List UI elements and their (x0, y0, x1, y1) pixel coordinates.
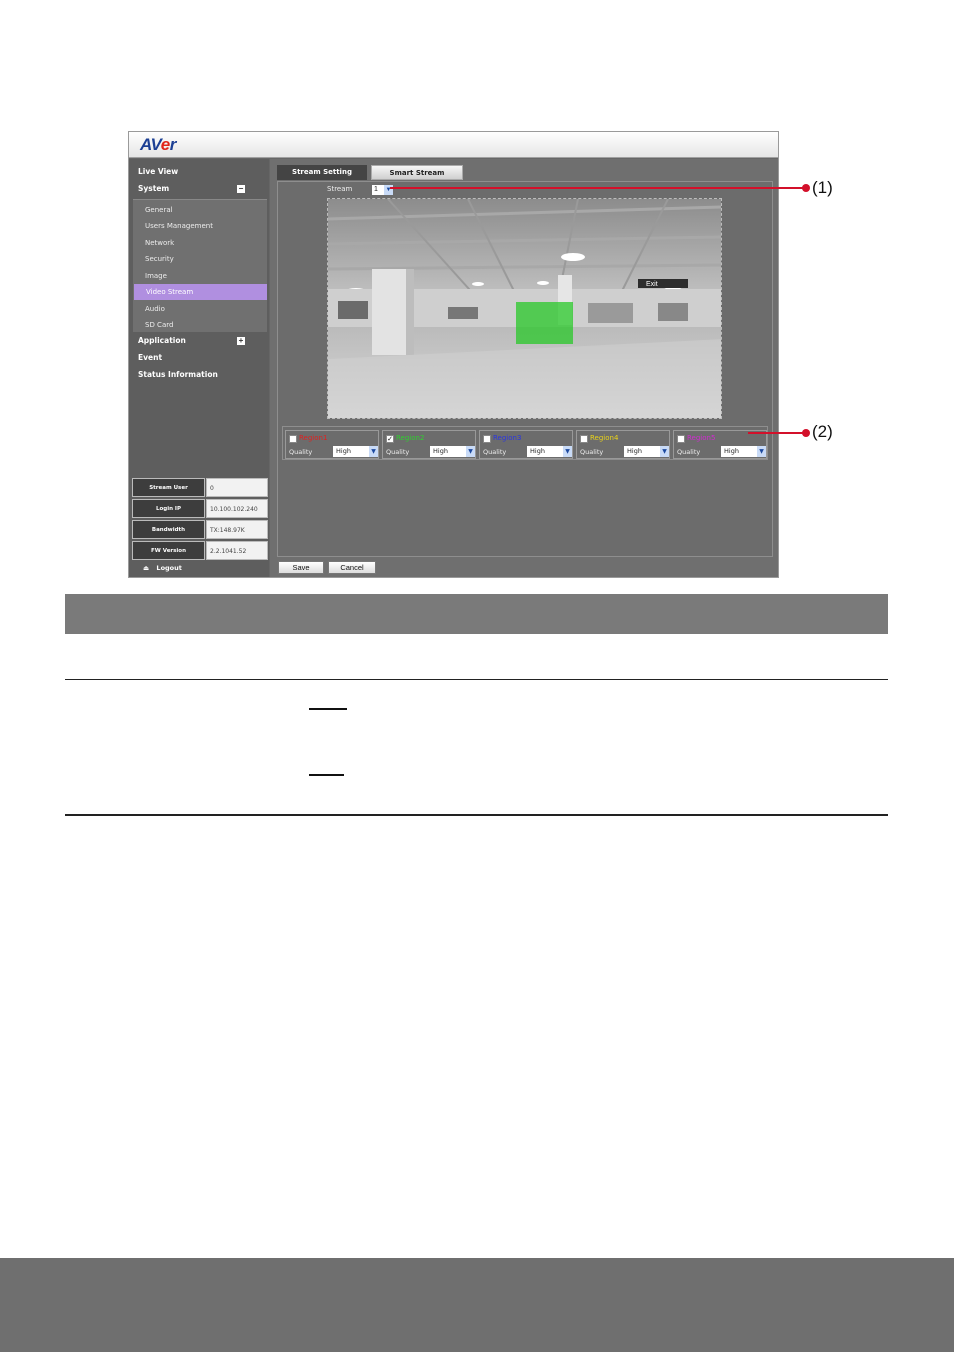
info-login-ip: Login IP 10.100.102.240 (132, 499, 268, 518)
quality-label: Quality (483, 448, 507, 456)
region5-label: Region5 (687, 434, 716, 442)
region3-quality-select[interactable]: High ▼ (527, 446, 572, 457)
collapse-icon[interactable]: − (237, 185, 245, 193)
region2-quality-select[interactable]: High ▼ (430, 446, 475, 457)
underline-mark (309, 708, 347, 710)
region-card-4: Region4 Quality High ▼ (576, 430, 670, 459)
check-icon: ✓ (387, 436, 393, 443)
expand-icon[interactable]: + (237, 337, 245, 345)
region1-label: Region1 (299, 434, 328, 442)
chevron-down-icon: ▼ (757, 446, 766, 457)
region5-quality-select[interactable]: High ▼ (721, 446, 766, 457)
callout-2-dot (802, 429, 810, 437)
nav-live-view[interactable]: Live View (138, 167, 178, 176)
info-value: 10.100.102.240 (206, 499, 268, 518)
region2-overlay[interactable] (516, 302, 573, 344)
region4-quality-select[interactable]: High ▼ (624, 446, 669, 457)
subnav-sd-card[interactable]: SD Card (133, 317, 267, 333)
chevron-down-icon: ▼ (563, 446, 572, 457)
callout-1-dot (802, 184, 810, 192)
quality-label: Quality (677, 448, 701, 456)
camera-web-ui-screenshot: AVer Live View System − General Users Ma… (128, 131, 779, 578)
region-card-5: Region5 Quality High ▼ (673, 430, 767, 459)
region-controls: Region1 Quality High ▼ ✓ Region2 Quality… (282, 426, 768, 460)
chevron-down-icon: ▼ (369, 446, 378, 457)
chevron-down-icon: ▼ (466, 446, 475, 457)
region4-label: Region4 (590, 434, 619, 442)
region-card-1: Region1 Quality High ▼ (285, 430, 379, 459)
info-value: TX:148.97K (206, 520, 268, 539)
info-value: 0 (206, 478, 268, 497)
region2-checkbox[interactable]: ✓ (386, 435, 394, 443)
subnav-image[interactable]: Image (133, 268, 267, 284)
quality-value: High (530, 447, 545, 455)
nav-application[interactable]: Application (138, 336, 186, 345)
quality-value: High (627, 447, 642, 455)
page-footer-band (0, 1258, 954, 1352)
stream-select-value: 1 (374, 186, 378, 193)
subnav-general[interactable]: General (133, 202, 267, 218)
logout-label: Logout (156, 564, 182, 572)
info-label: Login IP (132, 499, 205, 518)
region-card-2: ✓ Region2 Quality High ▼ (382, 430, 476, 459)
table-divider (65, 679, 888, 680)
main-panel: Stream Setting Smart Stream Stream 1 ▼ E… (270, 159, 778, 577)
info-fw-version: FW Version 2.2.1041.52 (132, 541, 268, 560)
nav-system[interactable]: System (138, 184, 169, 193)
subnav-audio[interactable]: Audio (133, 301, 267, 317)
subnav-security[interactable]: Security (133, 251, 267, 267)
logout-link[interactable]: ⏏ Logout (143, 564, 182, 572)
callout-2-label: (2) (812, 422, 833, 441)
quality-value: High (724, 447, 739, 455)
cancel-button[interactable]: Cancel (328, 561, 376, 574)
region4-checkbox[interactable] (580, 435, 588, 443)
info-bandwidth: Bandwidth TX:148.97K (132, 520, 268, 539)
region5-checkbox[interactable] (677, 435, 685, 443)
quality-value: High (433, 447, 448, 455)
info-label: Stream User (132, 478, 205, 497)
sidebar: Live View System − General Users Managem… (129, 159, 269, 577)
video-preview[interactable]: Exit (327, 198, 722, 419)
info-stream-user: Stream User 0 (132, 478, 268, 497)
quality-label: Quality (580, 448, 604, 456)
region-card-3: Region3 Quality High ▼ (479, 430, 573, 459)
region3-checkbox[interactable] (483, 435, 491, 443)
callout-1-label: (1) (812, 178, 833, 197)
smart-stream-content: Stream 1 ▼ Exit Region1 Quality High ▼ ✓… (277, 181, 773, 557)
app-header: AVer (129, 132, 778, 158)
info-value: 2.2.1041.52 (206, 541, 268, 560)
underline-mark (309, 774, 344, 776)
callout-1-line (390, 187, 808, 189)
region2-label: Region2 (396, 434, 425, 442)
callout-2-line (748, 432, 808, 434)
nav-event[interactable]: Event (138, 353, 162, 362)
stream-label: Stream (327, 185, 353, 193)
tab-stream-setting[interactable]: Stream Setting (277, 165, 367, 180)
save-button[interactable]: Save (278, 561, 324, 574)
nav-status-information[interactable]: Status Information (138, 370, 218, 379)
exit-sign: Exit (646, 281, 658, 288)
info-label: Bandwidth (132, 520, 205, 539)
chevron-down-icon: ▼ (660, 446, 669, 457)
quality-label: Quality (386, 448, 410, 456)
region1-quality-select[interactable]: High ▼ (333, 446, 378, 457)
table-bottom-rule (65, 814, 888, 816)
subnav-video-stream[interactable]: Video Stream (134, 284, 267, 300)
logout-icon: ⏏ (143, 564, 150, 572)
system-submenu: General Users Management Network Securit… (133, 199, 267, 332)
subnav-users-management[interactable]: Users Management (133, 218, 267, 234)
aver-logo: AVer (140, 135, 176, 154)
region1-checkbox[interactable] (289, 435, 297, 443)
subnav-network[interactable]: Network (133, 235, 267, 251)
quality-label: Quality (289, 448, 313, 456)
table-header-band (65, 594, 888, 634)
quality-value: High (336, 447, 351, 455)
region3-label: Region3 (493, 434, 522, 442)
info-label: FW Version (132, 541, 205, 560)
tab-smart-stream[interactable]: Smart Stream (371, 165, 463, 180)
